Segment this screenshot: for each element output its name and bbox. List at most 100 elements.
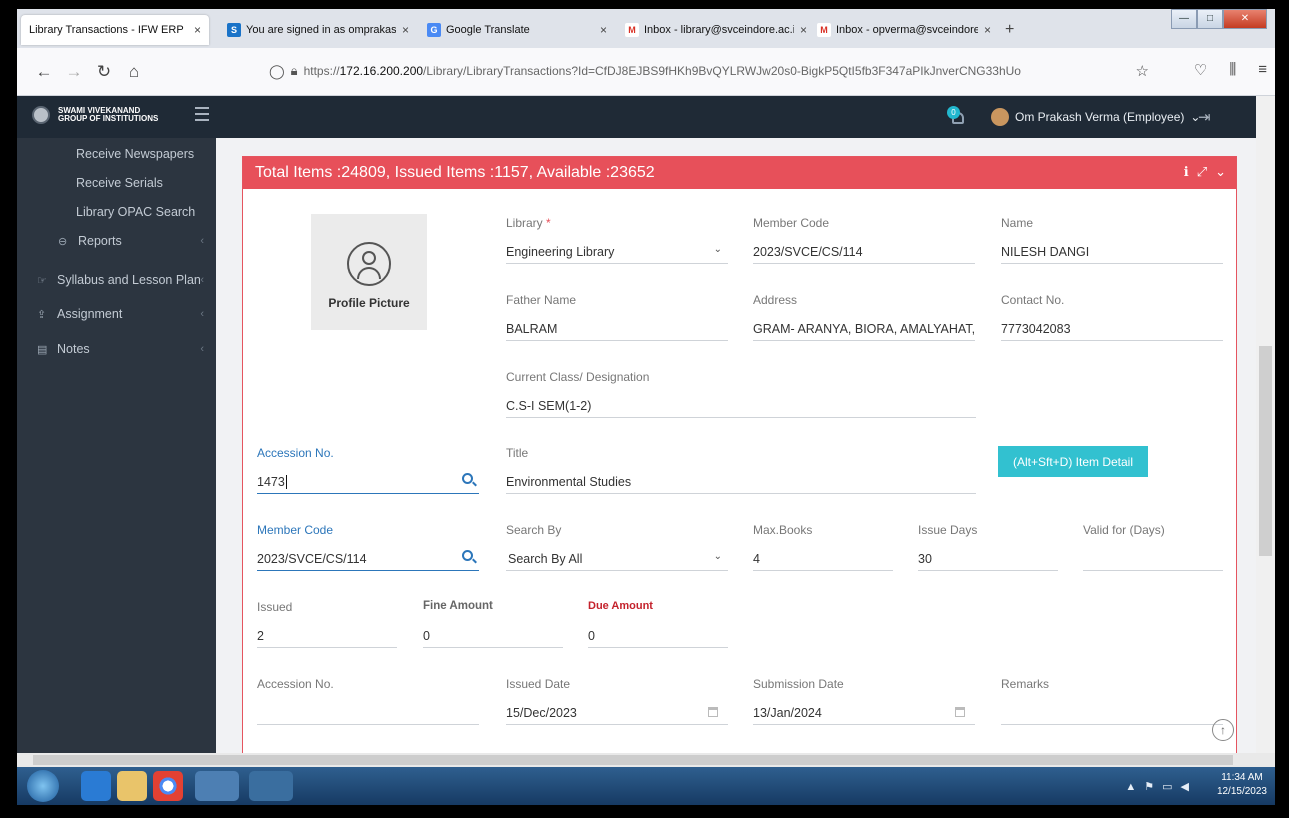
window-controls: — □ ✕ — [1171, 9, 1267, 29]
close-tab-icon[interactable]: × — [984, 23, 991, 37]
remarks-field: Remarks — [1001, 677, 1223, 725]
accession-search-field: Accession No. 1473 — [257, 446, 479, 494]
seal-icon — [32, 106, 50, 124]
folder-icon[interactable] — [117, 771, 147, 801]
library-icon[interactable]: ⫼ — [1229, 61, 1236, 79]
issued-field: Issued 2 — [257, 600, 397, 648]
library-select[interactable]: Engineering Library ⌄ — [506, 240, 728, 264]
address-bar[interactable]: ◯ 🔒︎ https://172.16.200.200/Library/Libr… — [269, 56, 1149, 86]
issued-date-label: Issued Date — [506, 677, 571, 691]
info-icon[interactable]: ℹ — [1184, 164, 1189, 180]
search-icon[interactable] — [462, 550, 473, 561]
app-icon[interactable] — [249, 771, 293, 801]
tab-google-translate[interactable]: G Google Translate × — [419, 15, 615, 45]
member-code-input[interactable]: 2023/SVCE/CS/114 — [257, 547, 479, 571]
user-menu[interactable]: Om Prakash Verma (Employee) ⌄ — [991, 108, 1200, 126]
chevron-left-icon: ‹ — [200, 235, 204, 247]
home-icon[interactable]: ⌂ — [119, 62, 149, 82]
vertical-scrollbar[interactable] — [1256, 96, 1275, 753]
bookmark-star-icon[interactable]: ☆ — [1136, 62, 1149, 80]
submission-date-value: 13/Jan/2024 — [753, 705, 822, 720]
logout-icon[interactable]: ⇥ — [1198, 108, 1211, 126]
maximize-button[interactable]: □ — [1197, 9, 1223, 29]
issued-date-field: Issued Date 15/Dec/2023 — [506, 677, 728, 725]
search-icon[interactable] — [462, 473, 473, 484]
sidebar-item-label: Reports — [78, 234, 122, 248]
close-tab-icon[interactable]: × — [402, 23, 409, 37]
sidebar-item-library-opac-search[interactable]: Library OPAC Search — [17, 200, 216, 224]
tab-label: Inbox - opverma@svceindore.ac — [836, 24, 978, 36]
back-icon[interactable]: ← — [29, 62, 59, 82]
close-tab-icon[interactable]: × — [194, 23, 201, 37]
firefox-icon[interactable] — [195, 771, 239, 801]
reload-icon[interactable]: ↻ — [89, 62, 119, 82]
circle-arrow-icon: ⊖ — [58, 235, 68, 248]
search-by-value: Search By All — [508, 551, 583, 566]
menu-icon[interactable]: ≡ — [1258, 61, 1267, 79]
forward-icon[interactable]: → — [59, 62, 89, 82]
accession2-input[interactable] — [257, 701, 479, 725]
submission-date-field: Submission Date 13/Jan/2024 — [753, 677, 975, 725]
remarks-input[interactable] — [1001, 701, 1223, 725]
address-label: Address — [753, 293, 798, 307]
gmail-icon: M — [817, 23, 831, 37]
library-select-field: Library * Engineering Library ⌄ — [506, 216, 728, 264]
start-button-icon[interactable] — [27, 770, 59, 802]
calendar-icon[interactable] — [955, 707, 965, 717]
close-tab-icon[interactable]: × — [800, 23, 807, 37]
valid-for-value — [1083, 547, 1223, 571]
class-value: C.S-I SEM(1-2) — [506, 394, 976, 418]
class-label: Current Class/ Designation — [506, 370, 650, 384]
father-name-label: Father Name — [506, 293, 577, 307]
calendar-icon[interactable] — [708, 707, 718, 717]
institution-logo[interactable]: SWAMI VIVEKANAND GROUP OF INSTITUTIONS — [32, 106, 158, 124]
app-header: SWAMI VIVEKANAND GROUP OF INSTITUTIONS 0… — [17, 96, 1275, 138]
issued-value: 2 — [257, 624, 397, 648]
notification-bell-icon[interactable]: 0 — [947, 106, 965, 124]
sidebar-item-label: Receive Serials — [76, 176, 163, 190]
item-detail-button[interactable]: (Alt+Sft+D) Item Detail — [998, 446, 1148, 477]
search-by-select[interactable]: Search By All ⌄ — [506, 547, 728, 571]
collapse-chevron-icon[interactable]: ⌄ — [1215, 164, 1226, 180]
clock[interactable]: 11:34 AM 12/15/2023 — [1217, 771, 1267, 799]
scroll-to-top-icon[interactable]: ↑ — [1212, 719, 1234, 741]
close-tab-icon[interactable]: × — [600, 23, 607, 37]
pocket-icon[interactable]: ♡ — [1194, 61, 1207, 79]
profile-picture[interactable]: Profile Picture — [311, 214, 427, 330]
member-code-search-label: Member Code — [257, 523, 334, 537]
tab-signed-in[interactable]: S You are signed in as omprakash × — [219, 15, 417, 45]
url-host: 172.16.200.200 — [339, 64, 424, 78]
sidebar-item-receive-newspapers[interactable]: Receive Newspapers — [17, 142, 216, 166]
tab-inbox-library[interactable]: M Inbox - library@svceindore.ac.in × — [617, 15, 815, 45]
user-avatar — [991, 108, 1009, 126]
notification-count-badge: 0 — [947, 106, 960, 119]
screen: Library Transactions - IFW ERP × S You a… — [17, 9, 1275, 805]
sidebar-item-reports[interactable]: ⊖ Reports ‹ — [17, 229, 216, 253]
expand-icon[interactable]: ⤢ — [1197, 164, 1207, 180]
minimize-button[interactable]: — — [1171, 9, 1197, 29]
sidebar-item-assignment[interactable]: ⇪ Assignment ‹ — [17, 302, 216, 326]
clock-time: 11:34 AM — [1221, 772, 1263, 783]
profile-picture-label: Profile Picture — [328, 296, 410, 310]
horizontal-scrollbar[interactable] — [17, 753, 1275, 767]
valid-for-label: Valid for (Days) — [1083, 523, 1165, 537]
chrome-icon[interactable] — [153, 771, 183, 801]
ie-icon[interactable] — [81, 771, 111, 801]
member-code-label: Member Code — [753, 216, 830, 230]
sidebar-item-syllabus[interactable]: ☞ Syllabus and Lesson Plan ‹ — [17, 268, 216, 292]
name-label: Name — [1001, 216, 1034, 230]
close-window-button[interactable]: ✕ — [1223, 9, 1267, 29]
sidebar-item-receive-serials[interactable]: Receive Serials — [17, 171, 216, 195]
new-tab-button[interactable]: + — [1005, 21, 1014, 39]
accession-input[interactable]: 1473 — [257, 470, 479, 494]
system-tray-icons[interactable]: ▲⚑▭◀ — [1125, 780, 1197, 793]
sidebar-item-notes[interactable]: ▤ Notes ‹ — [17, 337, 216, 361]
hamburger-menu-icon[interactable] — [195, 107, 209, 125]
tab-inbox-opverma[interactable]: M Inbox - opverma@svceindore.ac × — [809, 15, 999, 45]
tab-label: You are signed in as omprakash — [246, 24, 396, 36]
tab-library-transactions[interactable]: Library Transactions - IFW ERP × — [21, 15, 209, 45]
fine-amount-value: 0 — [423, 624, 563, 648]
submission-date-input[interactable]: 13/Jan/2024 — [753, 701, 975, 725]
issued-date-input[interactable]: 15/Dec/2023 — [506, 701, 728, 725]
member-code-search-field: Member Code 2023/SVCE/CS/114 — [257, 523, 479, 571]
